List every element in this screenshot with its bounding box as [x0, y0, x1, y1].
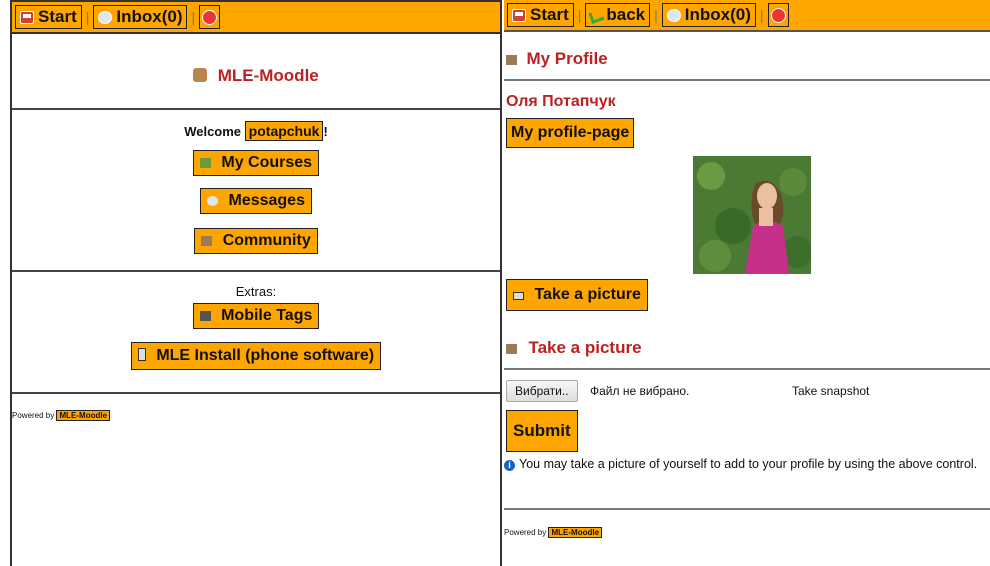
power-icon	[202, 9, 218, 25]
logout-button[interactable]	[767, 3, 789, 27]
take-picture-button-wrap: Take a picture	[506, 279, 648, 311]
welcome-line: Welcome potapchuk!	[12, 121, 500, 141]
start-icon	[20, 10, 34, 24]
start-label: Start	[38, 7, 77, 26]
separator: |	[654, 7, 658, 23]
separator: |	[191, 9, 196, 25]
photo-icon	[506, 344, 517, 354]
messages-button[interactable]: Messages	[200, 188, 312, 214]
mle-moodle-badge[interactable]: MLE-Moodle	[548, 527, 603, 538]
profile-photo-image	[693, 156, 811, 274]
separator: |	[85, 9, 90, 25]
profile-photo	[693, 156, 811, 274]
submit-wrap: Submit	[506, 410, 578, 452]
menu-label: My Courses	[221, 154, 313, 171]
mle-install-button[interactable]: MLE Install (phone software)	[130, 342, 382, 370]
extras-label: Extras:	[235, 284, 277, 299]
separator: |	[577, 7, 582, 23]
mle-moodle-badge[interactable]: MLE-Moodle	[56, 410, 111, 421]
divider	[504, 508, 990, 510]
power-icon	[770, 7, 786, 23]
separator: |	[759, 7, 764, 23]
extras-item: MLE Install (phone software)	[12, 342, 500, 370]
camera-icon	[513, 292, 524, 300]
logout-button[interactable]	[199, 5, 221, 29]
take-picture-heading-row: Take a picture	[506, 338, 642, 358]
courses-icon	[199, 158, 211, 168]
divider	[504, 368, 990, 370]
divider	[12, 392, 500, 394]
inbox-button[interactable]: Inbox(0)	[93, 5, 188, 29]
divider	[12, 108, 500, 110]
start-button[interactable]: Start	[507, 3, 574, 27]
phone-icon	[137, 348, 146, 361]
username-badge[interactable]: potapchuk	[244, 121, 324, 141]
inbox-button[interactable]: Inbox(0)	[661, 3, 756, 27]
inbox-icon	[98, 10, 113, 24]
home-screen: Start | Inbox(0) | MLE-Moodle Welcome po…	[10, 0, 502, 566]
info-text: You may take a picture of yourself to ad…	[519, 457, 978, 471]
menu-label: Community	[222, 232, 311, 249]
back-button[interactable]: back	[585, 3, 651, 27]
extras-item: Mobile Tags	[12, 303, 500, 329]
footer: Powered by MLE-Moodle	[504, 527, 603, 538]
profile-screen: Start | back | Inbox(0) | My Profile Оля…	[504, 0, 990, 566]
footer: Powered by MLE-Moodle	[12, 410, 111, 421]
start-button[interactable]: Start	[15, 5, 82, 29]
my-courses-button[interactable]: My Courses	[192, 150, 320, 176]
take-picture-label: Take a picture	[534, 286, 641, 303]
top-toolbar: Start | back | Inbox(0) |	[504, 0, 990, 32]
take-picture-button[interactable]: Take a picture	[506, 279, 648, 311]
back-label: back	[606, 5, 646, 24]
start-icon	[512, 8, 526, 22]
menu-item: Community	[12, 228, 500, 254]
messages-icon	[207, 196, 219, 206]
powered-by-text: Powered by	[504, 528, 547, 537]
divider	[12, 270, 500, 272]
start-label: Start	[530, 5, 569, 24]
site-title: MLE-Moodle	[217, 66, 319, 85]
community-icon	[201, 236, 213, 246]
info-icon: i	[504, 460, 515, 471]
moodle-logo-icon	[193, 68, 208, 82]
inbox-label: Inbox(0)	[684, 5, 751, 24]
divider	[504, 79, 990, 81]
welcome-suffix: !	[323, 124, 328, 139]
qr-icon	[199, 311, 211, 321]
powered-by-text: Powered by	[12, 411, 55, 420]
top-toolbar: Start | Inbox(0) |	[12, 0, 500, 34]
file-upload-row: Вибрати.. Файл не вибрано. Take snapshot	[506, 380, 990, 404]
info-note: i You may take a picture of yourself to a…	[504, 456, 990, 472]
community-button[interactable]: Community	[194, 228, 318, 254]
welcome-prefix: Welcome	[184, 124, 242, 139]
submit-button[interactable]: Submit	[506, 410, 578, 452]
choose-file-button[interactable]: Вибрати..	[506, 380, 578, 402]
profile-icon	[506, 55, 517, 65]
file-status: Файл не вибрано.	[589, 384, 690, 398]
take-picture-heading: Take a picture	[528, 338, 642, 357]
profile-heading: My Profile	[526, 49, 608, 68]
site-header: MLE-Moodle	[12, 66, 500, 86]
profile-page-button-wrap: My profile-page	[506, 118, 635, 148]
profile-page-button[interactable]: My profile-page	[506, 118, 635, 148]
user-full-name: Оля Потапчук	[506, 93, 616, 110]
take-snapshot-link[interactable]: Take snapshot	[792, 384, 869, 398]
menu-item: My Courses	[12, 150, 500, 176]
menu-item: Messages	[12, 188, 500, 214]
profile-heading-row: My Profile	[506, 49, 608, 69]
menu-label: Messages	[228, 192, 305, 209]
back-arrow-icon	[590, 10, 602, 21]
inbox-label: Inbox(0)	[116, 7, 183, 26]
extras-label-text: Mobile Tags	[221, 307, 313, 324]
extras-label-text: MLE Install (phone software)	[156, 347, 375, 364]
inbox-icon	[666, 8, 681, 22]
mobile-tags-button[interactable]: Mobile Tags	[192, 303, 320, 329]
